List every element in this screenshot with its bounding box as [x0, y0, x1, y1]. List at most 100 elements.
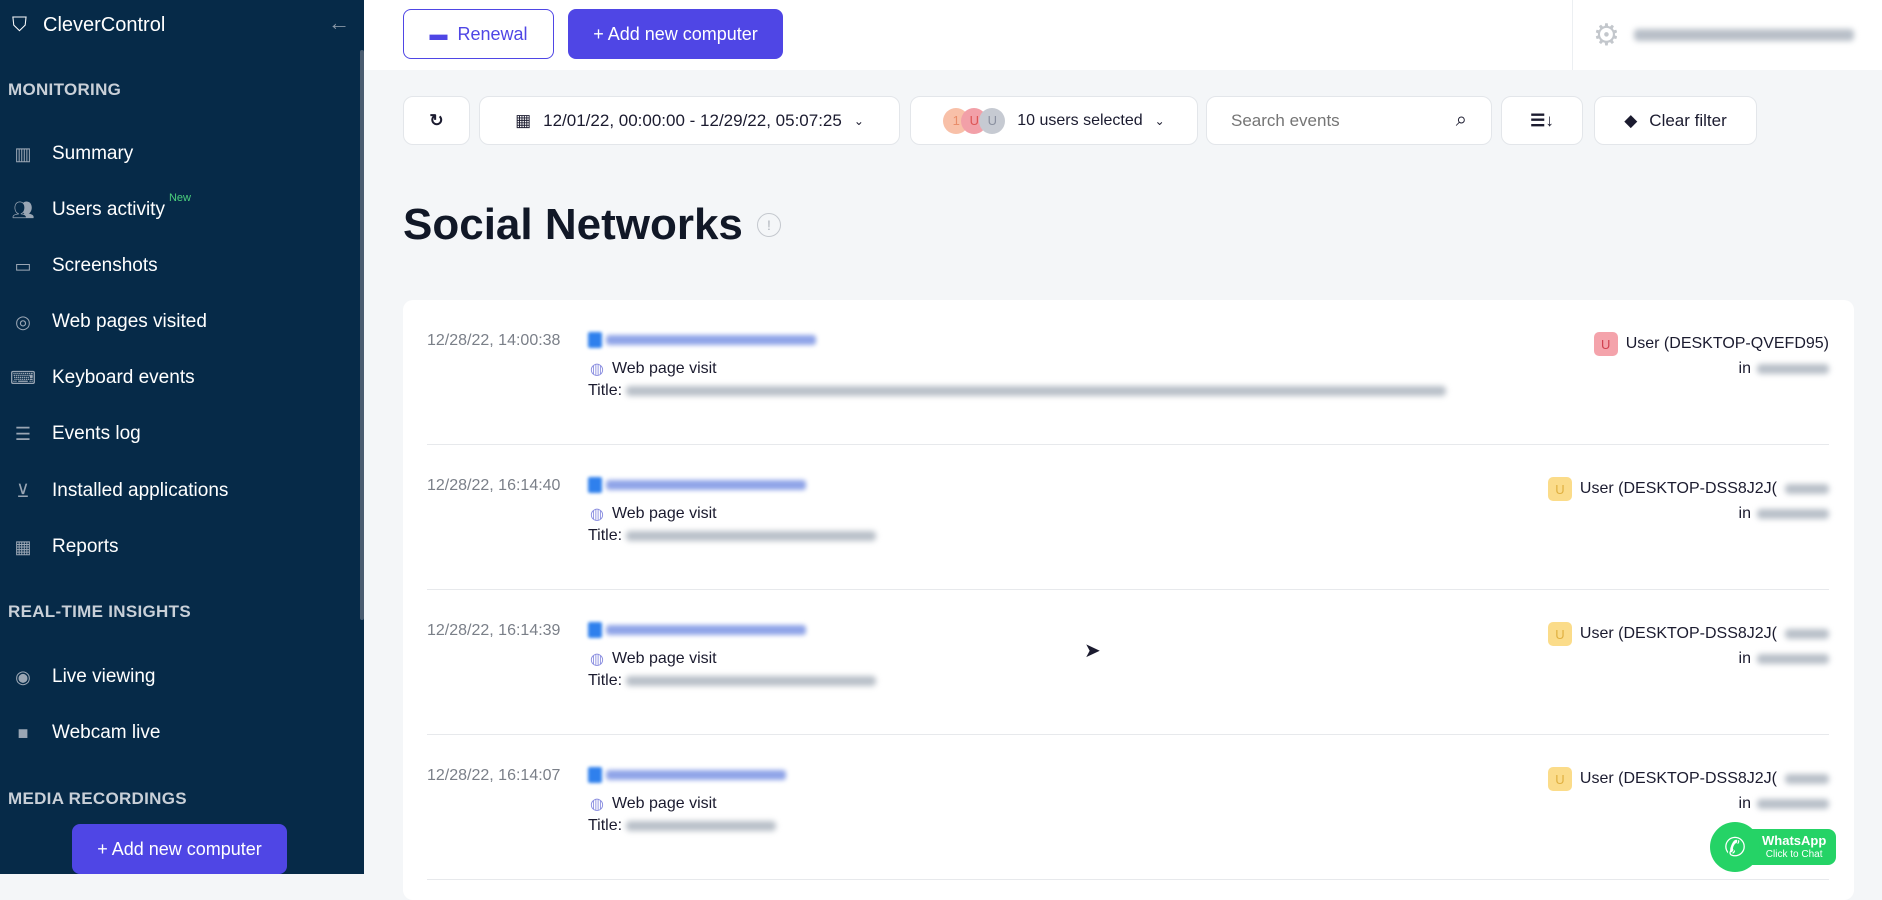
- url-blurred: [606, 770, 786, 780]
- favicon-icon: [588, 767, 602, 783]
- card-icon: ▬: [429, 23, 448, 44]
- whatsapp-sub: Click to Chat: [1765, 848, 1823, 860]
- users-select[interactable]: 1 U U 10 users selected ⌄: [910, 96, 1198, 145]
- sidebar-item-web-pages[interactable]: ◎ Web pages visited: [10, 307, 207, 337]
- grid-icon: ▦: [14, 536, 32, 557]
- refresh-icon: ↻: [429, 110, 444, 130]
- sidebar-item-webcam-live[interactable]: ■ Webcam live: [10, 718, 161, 748]
- event-user[interactable]: U User (DESKTOP-QVEFD95): [1593, 332, 1829, 356]
- brand[interactable]: ⛉ CleverControl: [12, 10, 165, 40]
- email-blurred: [1633, 29, 1854, 41]
- event-url-link[interactable]: [588, 477, 806, 493]
- eraser-icon: ◆: [1624, 110, 1638, 130]
- search-input[interactable]: [1231, 110, 1431, 131]
- label: Clear filter: [1649, 110, 1727, 130]
- label: Reports: [52, 536, 119, 557]
- label: Installed applications: [52, 480, 229, 501]
- event-url-link[interactable]: [588, 767, 786, 783]
- event-row: 12/28/22, 14:00:38 ◍ Web page visit Title…: [427, 300, 1829, 445]
- url-blurred: [606, 480, 806, 490]
- globe-icon: ◍: [590, 796, 604, 813]
- chevron-down-icon: ⌄: [1154, 113, 1165, 128]
- sidebar-item-live-viewing[interactable]: ◉ Live viewing: [10, 662, 156, 692]
- keyboard-icon: ⌨: [10, 367, 36, 388]
- sort-icon: ☰↓: [1530, 110, 1554, 130]
- url-blurred: [606, 335, 816, 345]
- whatsapp-icon: ✆: [1710, 822, 1760, 872]
- collapse-arrow-icon[interactable]: ←: [328, 10, 350, 36]
- event-type: ◍ Web page visit: [590, 794, 717, 814]
- search-icon[interactable]: ⌕: [1456, 109, 1467, 132]
- eye-icon: ◉: [15, 666, 31, 687]
- event-type: ◍ Web page visit: [590, 649, 717, 669]
- sidebar-item-screenshots[interactable]: ▭ Screenshots: [10, 251, 157, 281]
- event-type: ◍ Web page visit: [590, 359, 717, 379]
- page-title: Social Networks!: [403, 200, 781, 250]
- blurred: [1785, 484, 1829, 494]
- sidebar-item-events-log[interactable]: ☰ Events log: [10, 419, 141, 449]
- refresh-button[interactable]: ↻: [403, 96, 470, 145]
- user-label: User (DESKTOP-DSS8J2J(: [1579, 625, 1777, 642]
- label: Renewal: [457, 23, 528, 44]
- sidebar-item-summary[interactable]: ▥ Summary: [10, 139, 133, 169]
- event-url-link[interactable]: [588, 622, 806, 638]
- title-blurred: [626, 386, 1447, 396]
- sidebar-add-computer-button[interactable]: + Add new computer: [72, 824, 287, 874]
- event-location: in: [1739, 360, 1829, 378]
- user-badge: U: [1547, 622, 1572, 646]
- type-label: Web page visit: [611, 650, 717, 667]
- label: Live viewing: [52, 666, 156, 687]
- type-label: Web page visit: [611, 360, 717, 377]
- event-location: in: [1739, 650, 1829, 668]
- title-label: Title:: [588, 382, 623, 399]
- sidebar-scrollbar[interactable]: [360, 50, 364, 620]
- sidebar-item-keyboard[interactable]: ⌨ Keyboard events: [10, 363, 195, 393]
- title-label: Title:: [588, 817, 623, 834]
- clear-filter-button[interactable]: ◆ Clear filter: [1594, 96, 1757, 145]
- whatsapp-chat-button[interactable]: ✆ WhatsApp Click to Chat: [1710, 822, 1856, 872]
- title-label: Title:: [588, 527, 623, 544]
- section-monitoring: MONITORING: [8, 80, 122, 99]
- user-badge: U: [1547, 767, 1572, 791]
- in-label: in: [1738, 650, 1751, 667]
- date-range-picker[interactable]: ▦ 12/01/22, 00:00:00 - 12/29/22, 05:07:25…: [479, 96, 900, 145]
- renewal-button[interactable]: ▬ Renewal: [403, 9, 554, 59]
- account-menu[interactable]: ⚙: [1572, 0, 1882, 70]
- calendar-icon: ▦: [515, 110, 532, 130]
- event-user[interactable]: U User (DESKTOP-DSS8J2J(: [1547, 477, 1829, 501]
- add-computer-button[interactable]: + Add new computer: [568, 9, 783, 59]
- info-icon[interactable]: !: [756, 213, 781, 237]
- chart-icon: ▥: [14, 143, 32, 164]
- location-blurred: [1757, 654, 1829, 664]
- title-blurred: [626, 676, 877, 686]
- globe-icon: ◍: [590, 361, 604, 378]
- location-blurred: [1757, 509, 1829, 519]
- event-time: 12/28/22, 16:14:40: [427, 477, 561, 494]
- section-media: MEDIA RECORDINGS: [8, 789, 187, 808]
- sidebar-item-reports[interactable]: ▦ Reports: [10, 532, 119, 562]
- gear-icon: ⚙: [1593, 18, 1620, 52]
- event-row: 12/28/22, 16:14:07 ◍ Web page visit Title…: [427, 735, 1829, 880]
- search-box[interactable]: ⌕: [1206, 96, 1492, 145]
- label: Web pages visited: [52, 311, 207, 332]
- globe-icon: ◎: [15, 311, 31, 332]
- url-blurred: [606, 625, 806, 635]
- logo-icon: ⛉: [12, 13, 27, 36]
- avatars: 1 U U: [943, 107, 1006, 134]
- sidebar-item-installed-apps[interactable]: ⊻ Installed applications: [10, 476, 228, 506]
- event-title: Title:: [588, 527, 877, 545]
- blurred: [1785, 774, 1829, 784]
- chevron-down-icon: ⌄: [853, 113, 864, 128]
- favicon-icon: [588, 332, 602, 348]
- event-type: ◍ Web page visit: [590, 504, 717, 524]
- section-realtime: REAL-TIME INSIGHTS: [8, 602, 191, 621]
- sidebar-item-users-activity[interactable]: 👥︎ Users activity New: [10, 192, 191, 225]
- event-url-link[interactable]: [588, 332, 816, 348]
- title-text: Social Networks: [403, 200, 743, 249]
- favicon-icon: [588, 477, 602, 493]
- event-user[interactable]: U User (DESKTOP-DSS8J2J(: [1547, 622, 1829, 646]
- sort-button[interactable]: ☰↓: [1501, 96, 1583, 145]
- event-user[interactable]: U User (DESKTOP-DSS8J2J(: [1547, 767, 1829, 791]
- user-label: User (DESKTOP-DSS8J2J(: [1579, 770, 1777, 787]
- title-label: Title:: [588, 672, 623, 689]
